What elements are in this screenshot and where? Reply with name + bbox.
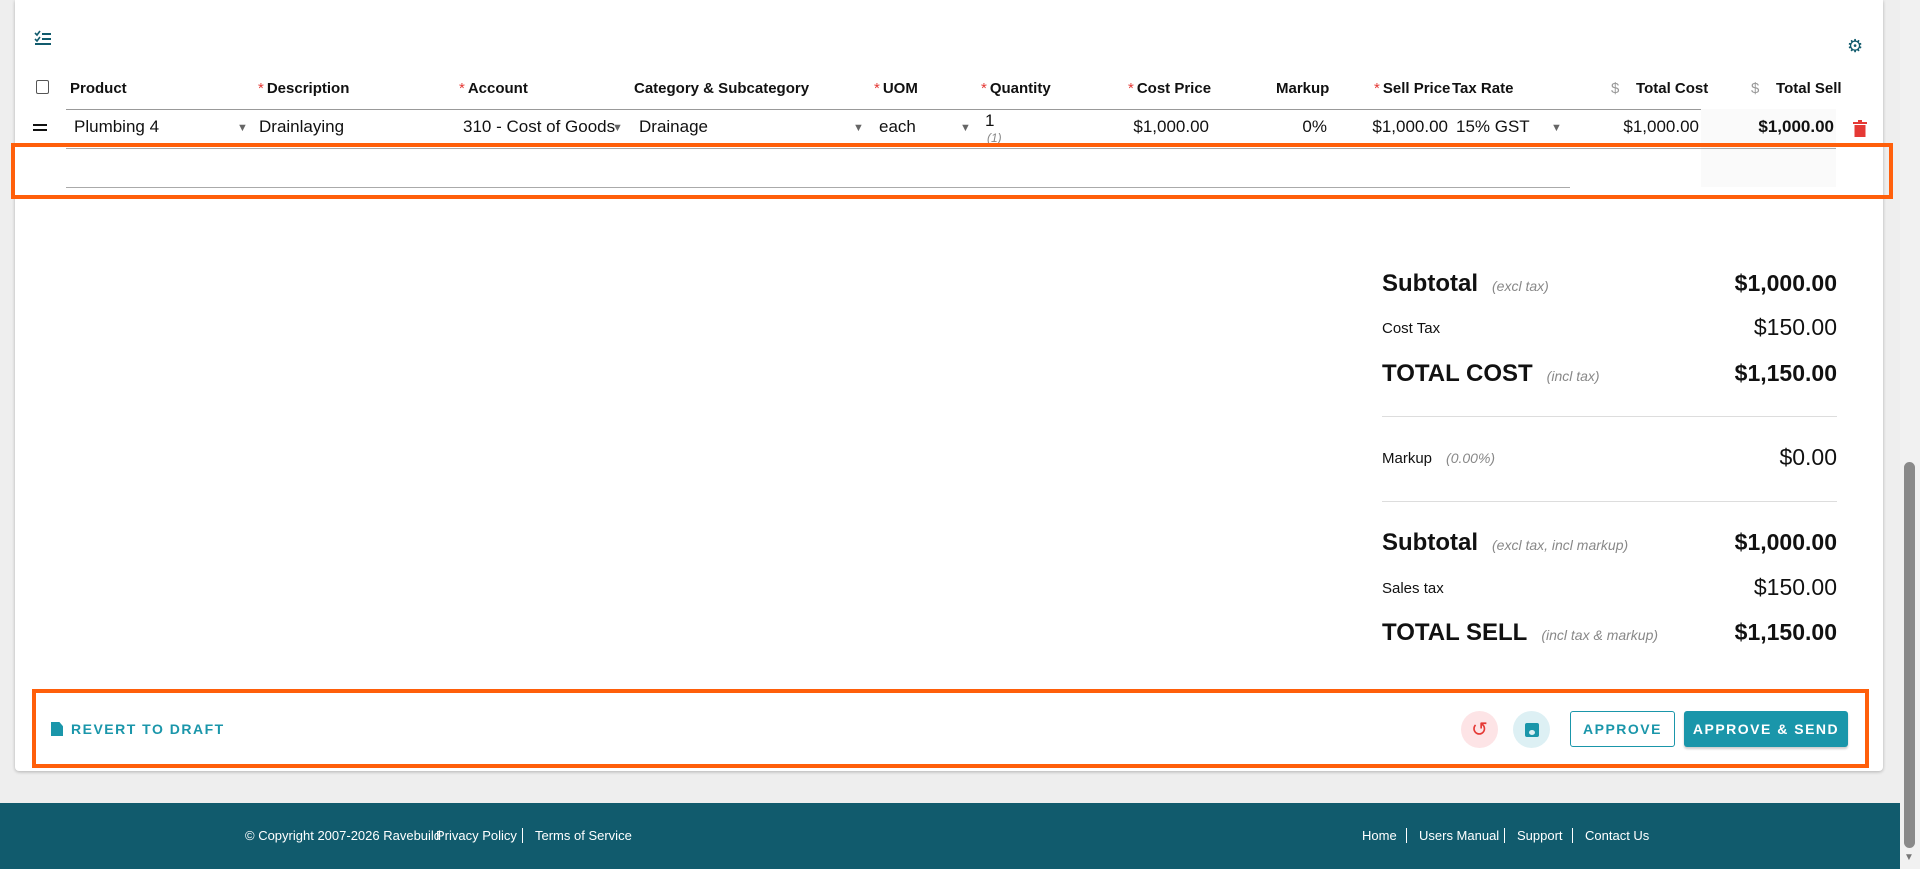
- uom-caret-icon[interactable]: ▼: [960, 122, 971, 134]
- tax-rate-caret-icon[interactable]: ▼: [1551, 122, 1562, 134]
- scrollbar-thumb[interactable]: [1904, 462, 1915, 848]
- support-link[interactable]: Support: [1504, 828, 1563, 843]
- settings-gear-icon[interactable]: ⚙: [1847, 36, 1863, 57]
- line-items-card: [15, 0, 1883, 771]
- account-caret-icon[interactable]: ▼: [612, 122, 623, 134]
- header-markup[interactable]: Markup: [1276, 80, 1329, 97]
- footer: © Copyright 2007-2026 Ravebuild Privacy …: [0, 803, 1900, 869]
- tax-rate-select[interactable]: 15% GST: [1456, 117, 1530, 137]
- subtotal-label: Subtotal (excl tax): [1382, 270, 1549, 297]
- totals-divider: [1382, 501, 1837, 502]
- scrollbar[interactable]: ▼: [1900, 0, 1920, 869]
- column-chooser-icon[interactable]: [34, 30, 52, 46]
- quantity-input[interactable]: 1: [985, 111, 994, 131]
- scroll-down-arrow-icon[interactable]: ▼: [1904, 852, 1914, 863]
- users-manual-link[interactable]: Users Manual: [1406, 828, 1499, 843]
- sales-tax-label: Sales tax: [1382, 580, 1444, 597]
- header-tax-rate[interactable]: Tax Rate: [1452, 80, 1513, 97]
- header-category[interactable]: Category & Subcategory: [634, 80, 809, 97]
- copyright-text: © Copyright 2007-2026 Ravebuild: [245, 828, 442, 843]
- header-quantity[interactable]: * Quantity: [981, 80, 1051, 97]
- sales-tax-value: $150.00: [1753, 574, 1837, 600]
- markup-label: Markup (0.00%): [1382, 450, 1496, 467]
- contact-link[interactable]: Contact Us: [1572, 828, 1649, 843]
- total-sell-label: TOTAL SELL (incl tax & markup): [1382, 619, 1659, 646]
- highlight-box-actions: [32, 689, 1869, 768]
- terms-link[interactable]: Terms of Service: [522, 828, 632, 843]
- select-all-checkbox[interactable]: [36, 80, 49, 94]
- account-select[interactable]: 310 - Cost of Goods S: [463, 117, 615, 137]
- total-cost-label: TOTAL COST (incl tax): [1382, 360, 1600, 387]
- product-select[interactable]: Plumbing 4: [74, 117, 159, 137]
- privacy-link[interactable]: Privacy Policy: [436, 828, 517, 843]
- home-link[interactable]: Home: [1362, 828, 1397, 843]
- category-select[interactable]: Drainage: [639, 117, 708, 137]
- subtotal-value: $1,000.00: [1734, 270, 1837, 296]
- subtotal2-label: Subtotal (excl tax, incl markup): [1382, 529, 1629, 556]
- header-product[interactable]: Product: [70, 80, 127, 97]
- drag-handle-icon[interactable]: [33, 124, 47, 131]
- total-sell-value: $1,150.00: [1734, 619, 1837, 645]
- product-caret-icon[interactable]: ▼: [237, 122, 248, 134]
- header-description[interactable]: * Description: [258, 80, 349, 97]
- totals-divider: [1382, 416, 1837, 417]
- sell-price-input[interactable]: $1,000.00: [1372, 117, 1448, 137]
- header-sell-price[interactable]: * Sell Price: [1374, 80, 1450, 97]
- header-cost-price[interactable]: * Cost Price: [1128, 80, 1211, 97]
- header-divider: [66, 109, 1836, 110]
- delete-row-icon[interactable]: [1853, 120, 1867, 142]
- uom-select[interactable]: each: [879, 117, 916, 137]
- header-total-sell[interactable]: $ Total Sell: [1751, 80, 1842, 97]
- header-account[interactable]: * Account: [459, 80, 528, 97]
- description-input[interactable]: Drainlaying: [259, 117, 344, 137]
- category-caret-icon[interactable]: ▼: [853, 122, 864, 134]
- subtotal2-value: $1,000.00: [1734, 529, 1837, 555]
- markup-input[interactable]: 0%: [1302, 117, 1327, 137]
- header-uom[interactable]: * UOM: [874, 80, 918, 97]
- header-total-cost[interactable]: $ Total Cost: [1611, 80, 1708, 97]
- cost-price-input[interactable]: $1,000.00: [1133, 117, 1209, 137]
- cost-tax-value: $150.00: [1753, 314, 1837, 340]
- total-cost-value: $1,000.00: [1623, 117, 1699, 136]
- highlight-box-new-row: [11, 143, 1893, 199]
- markup-value: $0.00: [1779, 444, 1837, 470]
- cost-tax-label: Cost Tax: [1382, 320, 1441, 337]
- total-cost-value: $1,150.00: [1734, 360, 1837, 386]
- total-sell-value: $1,000.00: [1758, 117, 1834, 136]
